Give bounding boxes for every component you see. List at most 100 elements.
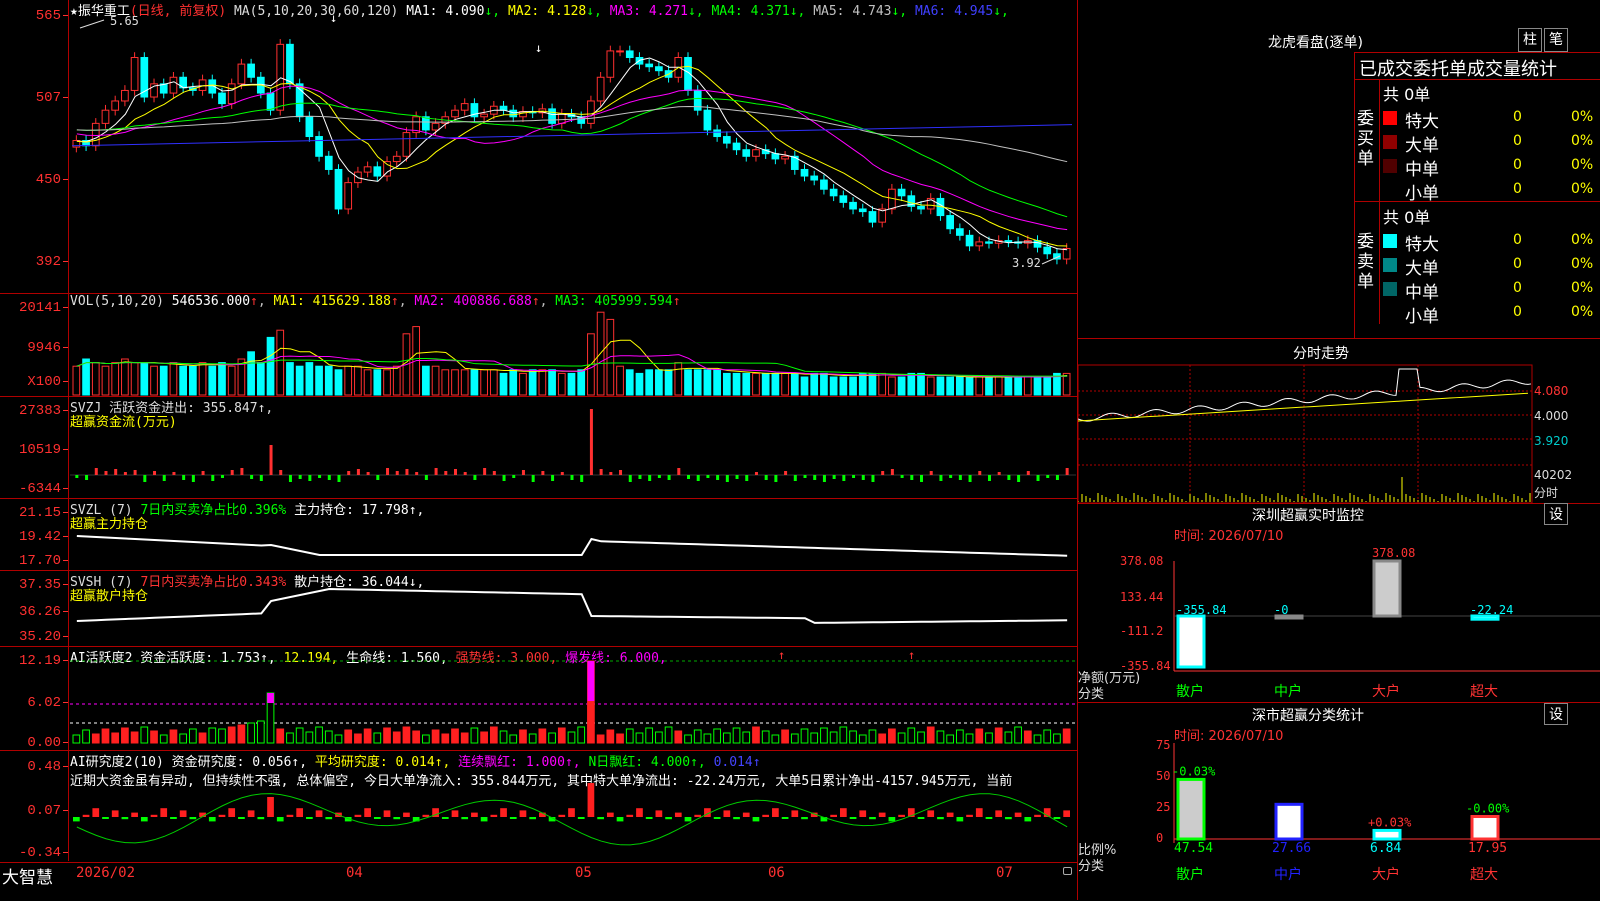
flow-bar	[784, 471, 788, 475]
volume-bar	[674, 362, 683, 396]
svzl-pane[interactable]: 21.15 19.42 17.70 SVZL (7) 7日内买卖净占比0.396…	[0, 499, 1077, 571]
activity-bar	[247, 722, 255, 744]
volume-bar	[1043, 376, 1052, 396]
research-bar	[354, 814, 362, 817]
flow-bar	[570, 475, 574, 480]
svzl-chart[interactable]	[0, 499, 1077, 570]
flow-bar	[609, 472, 613, 475]
activity-bar	[839, 726, 848, 744]
candle	[897, 188, 906, 197]
activity-bar	[713, 728, 721, 744]
axis-label: -111.2	[1120, 624, 1163, 638]
category-label: 中户	[1274, 683, 1302, 700]
svzj-chart[interactable]	[0, 397, 1077, 498]
svsh-pane[interactable]: 37.35 36.26 35.20 SVSH (7) 7日内买卖净占比0.343…	[0, 571, 1077, 647]
ratio-bar	[1176, 777, 1206, 841]
research-bar	[500, 808, 507, 817]
candle	[985, 241, 993, 244]
ai-activity-chart[interactable]: ↑ ↑	[0, 647, 1077, 750]
research-bar	[1053, 817, 1061, 819]
sz-net-chart[interactable]: 378.08 133.44 -111.2 -355.84 -355.84 散户 -0 中户 37…	[1078, 503, 1600, 702]
flow-bar	[259, 475, 263, 481]
lock-icon[interactable]	[1063, 867, 1072, 875]
activity-bar	[363, 728, 372, 744]
research-bar	[286, 814, 294, 817]
price-chart[interactable]: ↓↓	[0, 0, 1077, 293]
activity-bar	[888, 728, 896, 744]
activity-bar	[344, 729, 353, 744]
svsh-chart[interactable]	[0, 571, 1077, 646]
color-swatch	[1383, 234, 1397, 248]
flow-bar	[706, 475, 710, 478]
activity-bar	[965, 733, 974, 744]
activity-bar	[567, 731, 576, 744]
axis-label: 75	[1156, 738, 1170, 752]
activity-bar	[315, 726, 323, 744]
volume-bar	[130, 362, 139, 396]
activity-bar	[295, 727, 304, 744]
activity-bar	[985, 732, 993, 744]
volume-bar	[985, 376, 993, 396]
research-avg-line	[76, 793, 1068, 846]
ai-activity-pane[interactable]: 12.19 6.02 0.00 AI活跃度2 资金活跃度: 1.753↑, 12…	[0, 647, 1077, 751]
flow-bar	[910, 475, 914, 480]
order-volume: 0	[1513, 256, 1522, 272]
table-title: 已成交委托单成交量统计	[1359, 59, 1557, 80]
ss-ratio-chart[interactable]: 75 50 25 0 -0.03% 47.54 散户 27.66 中户 +0.03% 6.84 大户 -…	[1078, 703, 1600, 900]
price-pane[interactable]: 565 507 450 392 ★振华重工(日线, 前复权) MA(5,10,2…	[0, 0, 1077, 294]
color-swatch	[1383, 183, 1397, 197]
ai-research-chart[interactable]	[0, 751, 1077, 861]
volume-bar	[1004, 376, 1013, 396]
longhu-section: 龙虎看盘(逐单) 柱 笔 已成交委托单成交量统计 委买单 共 0单 特大 0 0% 大…	[1078, 0, 1600, 339]
research-bar	[587, 783, 595, 817]
activity-bar	[538, 728, 547, 744]
frame	[1078, 364, 1533, 503]
bar-button[interactable]: 柱	[1518, 28, 1542, 52]
candle	[616, 50, 624, 53]
activity-bar	[946, 734, 954, 744]
intraday-section[interactable]: 分时走势 4.080 4.000 3.920 40202 分时	[1078, 338, 1600, 504]
research-bar	[160, 808, 168, 817]
volume-bar	[392, 365, 401, 396]
volume-chart[interactable]	[0, 294, 1077, 396]
volume-bar	[315, 365, 323, 396]
activity-bar	[101, 728, 110, 744]
research-bar	[393, 817, 401, 820]
volume-bar	[664, 369, 673, 396]
research-bar	[568, 808, 575, 817]
intraday-chart[interactable]	[1078, 339, 1600, 503]
volume-pane[interactable]: 20141 9946 X100 VOL(5,10,20) 546536.000↑…	[0, 294, 1077, 397]
research-bar	[208, 817, 216, 822]
flow-bar	[415, 472, 419, 475]
volume-bar	[684, 369, 692, 396]
flow-bar	[1055, 475, 1059, 480]
flow-bar	[153, 471, 157, 475]
volume-bar	[480, 369, 488, 396]
activity-bar	[781, 729, 789, 744]
activity-bar	[499, 730, 508, 744]
candle	[858, 208, 867, 213]
volume-bar	[849, 376, 857, 396]
order-percent: 0%	[1571, 157, 1594, 173]
right-panel: 龙虎看盘(逐单) 柱 笔 已成交委托单成交量统计 委买单 共 0单 特大 0 0% 大…	[1078, 0, 1600, 900]
flow-bar	[395, 471, 399, 475]
order-type: 特大	[1405, 112, 1439, 132]
flow-bar	[162, 475, 166, 481]
color-swatch	[1383, 282, 1397, 296]
candle	[480, 113, 488, 118]
stroke-button[interactable]: 笔	[1544, 28, 1568, 52]
volume-bar	[994, 376, 1003, 396]
volume-bar	[577, 369, 586, 396]
research-bar	[762, 814, 770, 817]
volume-bar	[101, 365, 110, 396]
chart-area[interactable]: 565 507 450 392 ★振华重工(日线, 前复权) MA(5,10,2…	[0, 0, 1078, 900]
activity-bar	[722, 732, 731, 744]
volume-bar	[946, 376, 954, 396]
flow-bar	[463, 472, 467, 475]
svzj-pane[interactable]: 27383 10519 -6344 SVZJ 活跃资金进出: 355.847↑,…	[0, 397, 1077, 499]
ai-research-pane[interactable]: 0.48 0.07 -0.34 AI研究度2(10) 资金研究度: 0.056↑…	[0, 751, 1077, 861]
activity-bar	[577, 726, 586, 744]
low-annotation: 3.92	[1012, 256, 1041, 270]
change-label: -0.03%	[1172, 764, 1216, 778]
brand-logo[interactable]: 大智慧	[2, 863, 53, 888]
